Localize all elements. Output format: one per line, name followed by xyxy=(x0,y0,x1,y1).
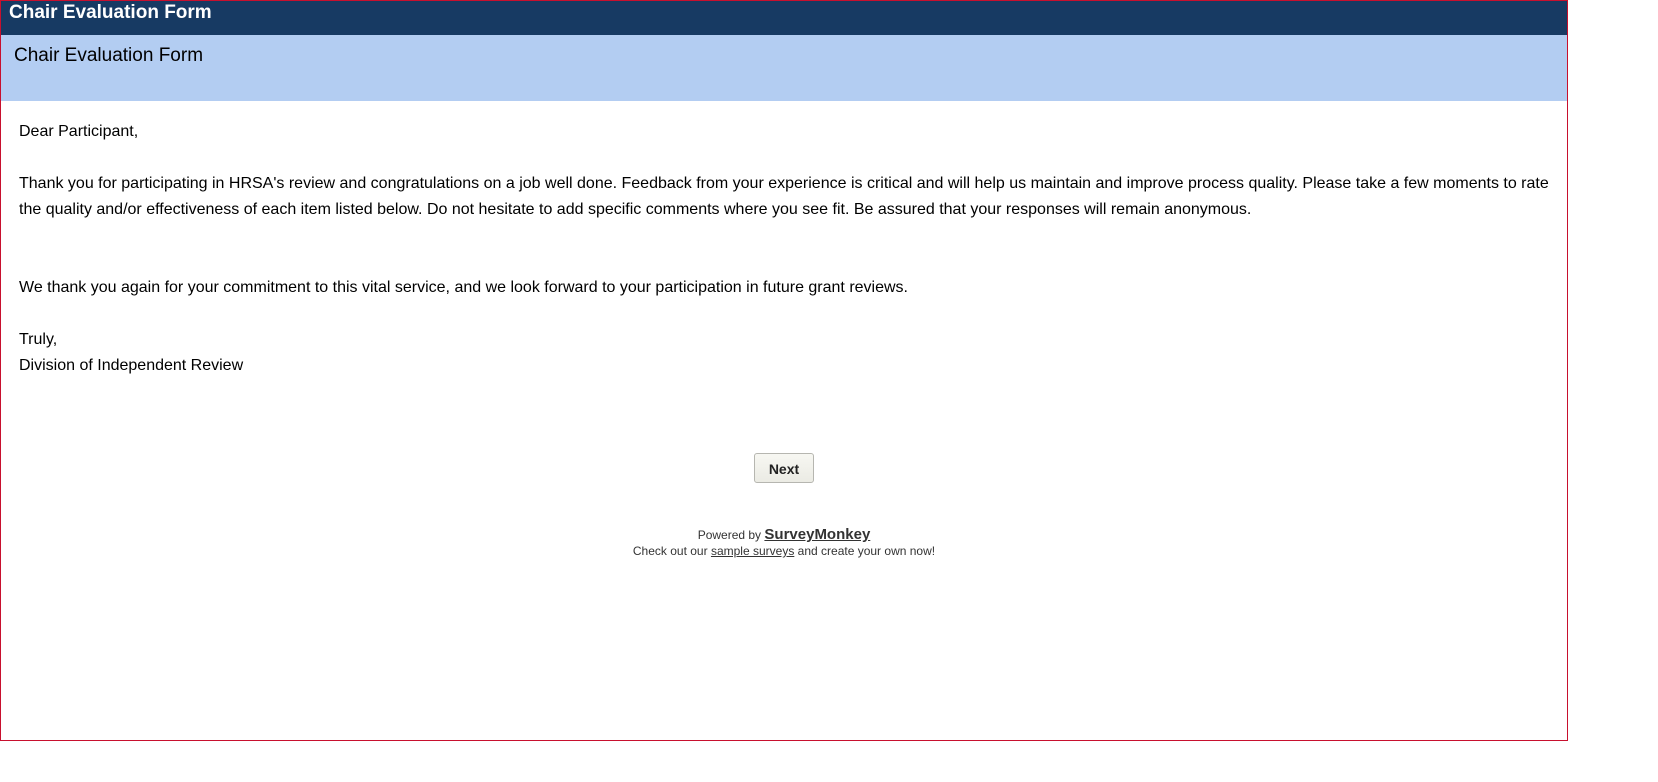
closing-text: Truly, xyxy=(19,331,58,348)
survey-footer: Powered by SurveyMonkey Check out our sa… xyxy=(1,527,1567,559)
create-own-text: and create your own now! xyxy=(797,544,936,558)
survey-title: Chair Evaluation Form xyxy=(9,2,212,23)
survey-title-bar: Chair Evaluation Form xyxy=(1,1,1567,35)
sample-surveys-link[interactable]: sample surveys xyxy=(711,544,794,558)
thanks-paragraph: We thank you again for your commitment t… xyxy=(19,279,908,296)
page-header: Chair Evaluation Form xyxy=(1,35,1567,101)
greeting-text: Dear Participant, xyxy=(19,123,139,140)
intro-paragraph: Thank you for participating in HRSA's re… xyxy=(19,175,1549,218)
page-title: Chair Evaluation Form xyxy=(14,45,204,66)
letter-content: Dear Participant, Thank you for particip… xyxy=(1,101,1567,379)
signature-text: Division of Independent Review xyxy=(19,357,244,374)
survey-nav: Next xyxy=(1,453,1567,483)
next-button[interactable]: Next xyxy=(753,453,815,483)
survey-frame: Chair Evaluation Form Chair Evaluation F… xyxy=(0,0,1568,741)
powered-by-text: Powered by xyxy=(697,528,762,542)
surveymonkey-link[interactable]: SurveyMonkey xyxy=(764,526,870,543)
sample-surveys-line: Check out our sample surveys and create … xyxy=(1,543,1567,559)
powered-by-line: Powered by SurveyMonkey xyxy=(1,527,1567,543)
check-out-text: Check out our xyxy=(632,544,708,558)
